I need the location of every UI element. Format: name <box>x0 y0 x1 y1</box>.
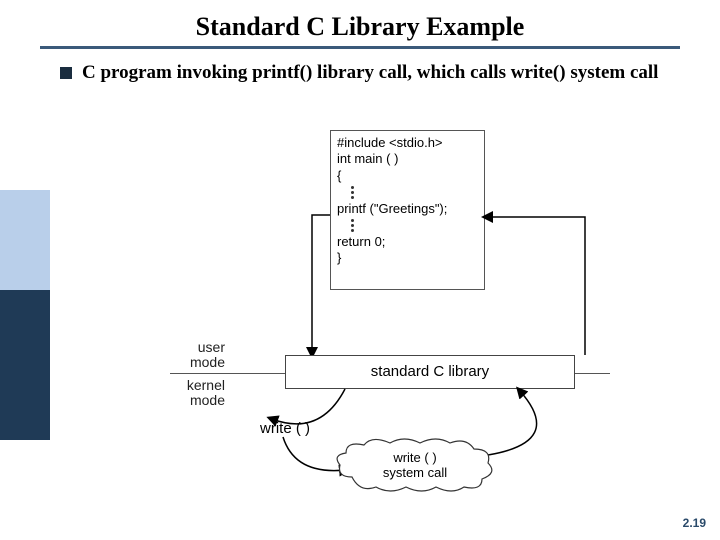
code-box: #include <stdio.h> int main ( ) { printf… <box>330 130 485 290</box>
mode-user-label: usermode <box>165 340 225 371</box>
sidebar-decoration <box>0 190 50 440</box>
code-open-brace: { <box>337 168 478 184</box>
syscall-cloud: write ( ) system call <box>340 443 490 491</box>
slide-title: Standard C Library Example <box>0 0 720 46</box>
ellipsis-icon <box>337 184 478 201</box>
bullet-text: C program invoking printf() library call… <box>82 61 658 85</box>
page-number: 2.19 <box>683 516 706 530</box>
cloud-line2: system call <box>383 465 447 480</box>
ellipsis-icon <box>337 217 478 234</box>
code-main: int main ( ) <box>337 151 478 167</box>
code-printf: printf ("Greetings"); <box>337 201 478 217</box>
code-close-brace: } <box>337 250 478 266</box>
bullet-square-icon <box>60 67 72 79</box>
title-underline <box>40 46 680 49</box>
cloud-line1: write ( ) <box>393 450 436 465</box>
code-return: return 0; <box>337 234 478 250</box>
stdlib-box: standard C library <box>285 355 575 389</box>
mode-kernel-label: kernelmode <box>165 378 225 409</box>
code-include: #include <stdio.h> <box>337 135 478 151</box>
arrow-lib-to-printf <box>485 213 605 363</box>
bullet-item: C program invoking printf() library call… <box>60 61 660 85</box>
arrow-printf-to-lib <box>300 215 340 365</box>
diagram: #include <stdio.h> int main ( ) { printf… <box>170 125 630 515</box>
